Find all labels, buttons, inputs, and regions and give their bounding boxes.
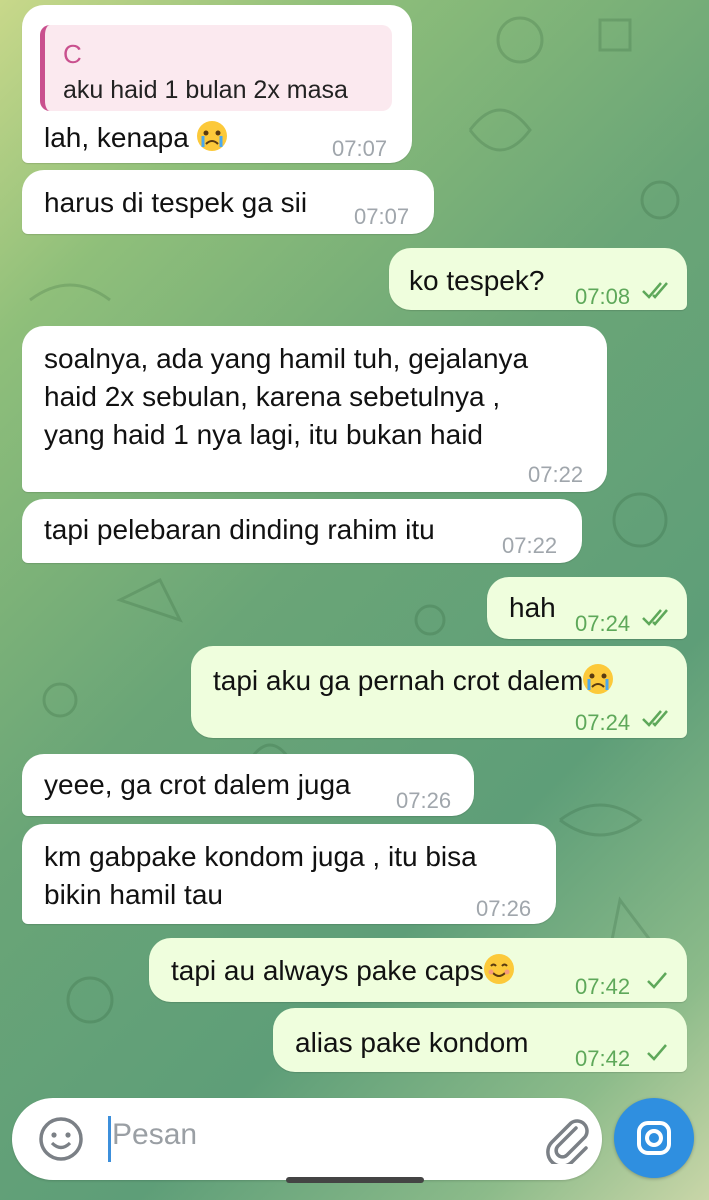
- message-text-content: tapi aku ga pernah crot dalem: [213, 665, 584, 696]
- camera-icon: [637, 1121, 671, 1155]
- message-outgoing[interactable]: alias pake kondom 07:42: [273, 1008, 687, 1072]
- message-time: 07:07: [332, 136, 388, 161]
- reply-sender-name: C: [63, 39, 82, 69]
- message-outgoing[interactable]: ko tespek? 07:08: [389, 248, 687, 310]
- message-time: 07:08: [575, 284, 631, 309]
- message-incoming[interactable]: km gabpake kondom juga , itu bisa bikin …: [22, 824, 556, 924]
- message-text: soalnya, ada yang hamil tuh, gejalanya h…: [44, 343, 529, 450]
- message-outgoing[interactable]: tapi aku ga pernah crot dalem 07:24: [191, 646, 687, 738]
- text-caret: [108, 1116, 111, 1162]
- smiling-face-icon: [483, 954, 514, 984]
- message-text: hah: [509, 592, 556, 623]
- message-time: 07:24: [575, 611, 631, 636]
- message-time: 07:26: [396, 788, 452, 813]
- message-text: tapi pelebaran dinding rahim itu: [44, 514, 435, 545]
- message-incoming[interactable]: tapi pelebaran dinding rahim itu 07:22: [22, 499, 582, 563]
- double-check-icon: [642, 710, 668, 727]
- reply-quote[interactable]: C aku haid 1 bulan 2x masa: [40, 25, 392, 111]
- check-icon: [647, 972, 667, 989]
- message-time: 07:42: [575, 974, 631, 999]
- home-indicator: [286, 1177, 424, 1183]
- message-time: 07:22: [502, 533, 558, 558]
- message-time: 07:42: [575, 1046, 631, 1071]
- message-text: tapi au always pake caps: [171, 952, 514, 990]
- smile-icon[interactable]: [38, 1116, 84, 1162]
- chat-area[interactable]: C aku haid 1 bulan 2x masa lah, kenapa 0…: [0, 0, 709, 1090]
- message-incoming[interactable]: harus di tespek ga sii 07:07: [22, 170, 434, 234]
- message-input[interactable]: Pesan: [112, 1118, 197, 1152]
- double-check-icon: [642, 282, 668, 299]
- reply-quoted-text: aku haid 1 bulan 2x masa: [63, 76, 348, 104]
- camera-button[interactable]: [614, 1098, 694, 1178]
- message-text: ko tespek?: [409, 265, 545, 296]
- message-text: lah, kenapa: [44, 119, 227, 157]
- double-check-icon: [642, 609, 668, 626]
- message-outgoing[interactable]: hah 07:24: [487, 577, 687, 639]
- message-text: km gabpake kondom juga , itu bisa bikin …: [44, 841, 477, 910]
- check-icon: [647, 1044, 667, 1061]
- paperclip-icon[interactable]: [542, 1114, 590, 1164]
- message-text: yeee, ga crot dalem juga: [44, 769, 351, 800]
- message-composer[interactable]: Pesan: [12, 1098, 602, 1180]
- message-incoming[interactable]: C aku haid 1 bulan 2x masa lah, kenapa 0…: [22, 5, 412, 163]
- message-time: 07:24: [575, 710, 631, 735]
- message-incoming[interactable]: yeee, ga crot dalem juga 07:26: [22, 754, 474, 816]
- message-time: 07:07: [354, 204, 410, 229]
- crying-face-icon: [196, 121, 227, 151]
- message-outgoing[interactable]: tapi au always pake caps 07:42: [149, 938, 687, 1002]
- crying-face-icon: [583, 664, 614, 694]
- message-text: alias pake kondom: [295, 1027, 529, 1058]
- message-text-content: lah, kenapa: [44, 122, 197, 153]
- message-time: 07:22: [528, 462, 584, 487]
- message-time: 07:26: [476, 896, 532, 921]
- message-text-content: tapi au always pake caps: [171, 955, 484, 986]
- message-text: harus di tespek ga sii: [44, 187, 308, 218]
- message-text: tapi aku ga pernah crot dalem: [213, 662, 614, 700]
- message-incoming[interactable]: soalnya, ada yang hamil tuh, gejalanya h…: [22, 326, 607, 492]
